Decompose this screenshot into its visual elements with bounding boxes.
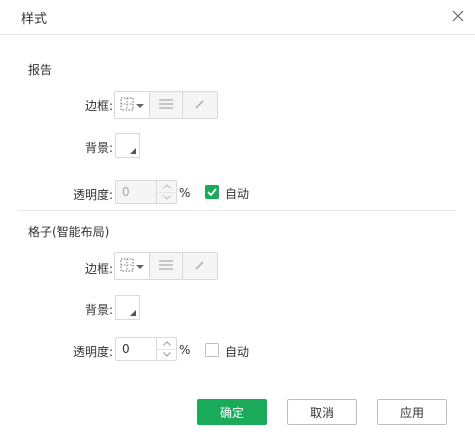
grid-auto-label[interactable]: 自动 bbox=[225, 343, 249, 360]
grid-auto-checkbox[interactable] bbox=[205, 343, 219, 357]
border-style-icon bbox=[120, 97, 134, 114]
report-opacity-input[interactable]: 0 bbox=[116, 181, 156, 203]
report-opacity-unit: % bbox=[179, 186, 191, 200]
grid-border-toolbar bbox=[114, 252, 218, 280]
apply-button[interactable]: 应用 bbox=[377, 399, 447, 425]
report-border-style-button[interactable] bbox=[115, 92, 150, 118]
dialog-title: 样式 bbox=[21, 12, 48, 27]
report-background-color-picker[interactable] bbox=[115, 133, 140, 158]
line-style-icon bbox=[158, 98, 174, 113]
close-icon[interactable] bbox=[450, 8, 466, 24]
grid-opacity-unit: % bbox=[179, 343, 191, 357]
report-border-label: 边框: bbox=[84, 99, 113, 113]
chevron-down-icon[interactable] bbox=[157, 350, 176, 361]
chevron-up-icon[interactable] bbox=[157, 338, 176, 350]
grid-line-color-button[interactable] bbox=[183, 253, 217, 279]
report-auto-checkbox[interactable] bbox=[205, 185, 219, 199]
grid-border-style-button[interactable] bbox=[115, 253, 150, 279]
report-line-color-button[interactable] bbox=[183, 92, 217, 118]
grid-line-style-button[interactable] bbox=[150, 253, 183, 279]
header-divider bbox=[0, 34, 475, 35]
check-icon bbox=[207, 188, 217, 196]
grid-background-label: 背景: bbox=[84, 303, 113, 317]
report-line-style-button[interactable] bbox=[150, 92, 183, 118]
grid-border-label: 边框: bbox=[84, 262, 113, 276]
report-auto-label[interactable]: 自动 bbox=[225, 185, 249, 202]
report-background-label: 背景: bbox=[84, 141, 113, 155]
dropdown-corner-icon bbox=[130, 148, 136, 154]
report-section-title: 报告 bbox=[28, 63, 53, 77]
cancel-button[interactable]: 取消 bbox=[287, 399, 357, 425]
grid-section-title: 格子(智能布局) bbox=[28, 225, 110, 239]
grid-opacity-input[interactable]: 0 bbox=[116, 338, 156, 360]
pen-icon bbox=[195, 259, 205, 273]
style-dialog: 样式 报告 边框: 背景: 透明度: 0 % 自动 格子(智能布局) 边框: 背… bbox=[0, 0, 475, 434]
grid-background-color-picker[interactable] bbox=[115, 295, 140, 320]
grid-opacity-stepper[interactable]: 0 bbox=[115, 337, 177, 361]
chevron-up-icon[interactable] bbox=[157, 181, 176, 193]
dropdown-corner-icon bbox=[130, 310, 136, 316]
report-border-toolbar bbox=[114, 91, 218, 119]
ok-button[interactable]: 确定 bbox=[197, 399, 267, 425]
line-style-icon bbox=[158, 259, 174, 274]
grid-opacity-label: 透明度: bbox=[72, 345, 113, 359]
chevron-down-icon[interactable] bbox=[157, 193, 176, 204]
chevron-down-icon bbox=[136, 259, 144, 273]
chevron-down-icon bbox=[136, 98, 144, 112]
pen-icon bbox=[195, 98, 205, 112]
report-opacity-stepper[interactable]: 0 bbox=[115, 180, 177, 204]
report-opacity-label: 透明度: bbox=[72, 188, 113, 202]
border-style-icon bbox=[120, 258, 134, 275]
section-divider bbox=[18, 210, 456, 211]
